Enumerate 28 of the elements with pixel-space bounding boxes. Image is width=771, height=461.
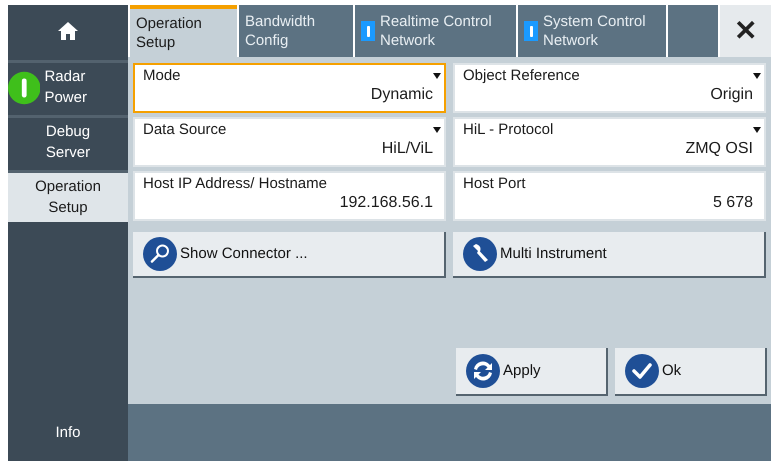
dropdown-field[interactable]: Object Reference Origin (453, 63, 766, 113)
info-button[interactable]: Info (8, 404, 128, 461)
dropdown-field[interactable]: Data Source HiL/ViL (133, 117, 446, 167)
close-button[interactable]: ✕ (720, 5, 771, 57)
tab[interactable]: Operation Setup (130, 5, 237, 57)
status-indicator-icon (361, 21, 375, 41)
home-icon (57, 20, 79, 42)
sidebar-item[interactable]: Operation Setup (8, 170, 128, 222)
caret-icon (433, 127, 441, 133)
tab[interactable]: Bandwidth Config (239, 5, 353, 57)
caret-icon (433, 73, 441, 79)
action-button[interactable]: Show Connector ... (133, 232, 446, 278)
check-icon (625, 354, 659, 388)
action-button[interactable]: Multi Instrument (453, 232, 766, 278)
caret-icon (753, 73, 761, 79)
input-field[interactable]: Host Port 5 678 (453, 171, 766, 221)
input-field[interactable]: Host IP Address/ Hostname 192.168.56.1 (133, 171, 446, 221)
caret-icon (753, 127, 761, 133)
status-indicator-icon (524, 21, 538, 41)
tab[interactable]: System Control Network (518, 5, 666, 57)
search-icon (143, 237, 177, 271)
dialog-button[interactable]: Apply (456, 348, 608, 396)
dialog-button[interactable]: Ok (615, 348, 767, 396)
dropdown-field[interactable]: HiL - Protocol ZMQ OSI (453, 117, 766, 167)
dropdown-field[interactable]: Mode Dynamic (133, 63, 446, 113)
refresh-icon (466, 354, 500, 388)
tab-bar-background (668, 5, 718, 57)
tab[interactable]: Realtime Control Network (355, 5, 516, 57)
